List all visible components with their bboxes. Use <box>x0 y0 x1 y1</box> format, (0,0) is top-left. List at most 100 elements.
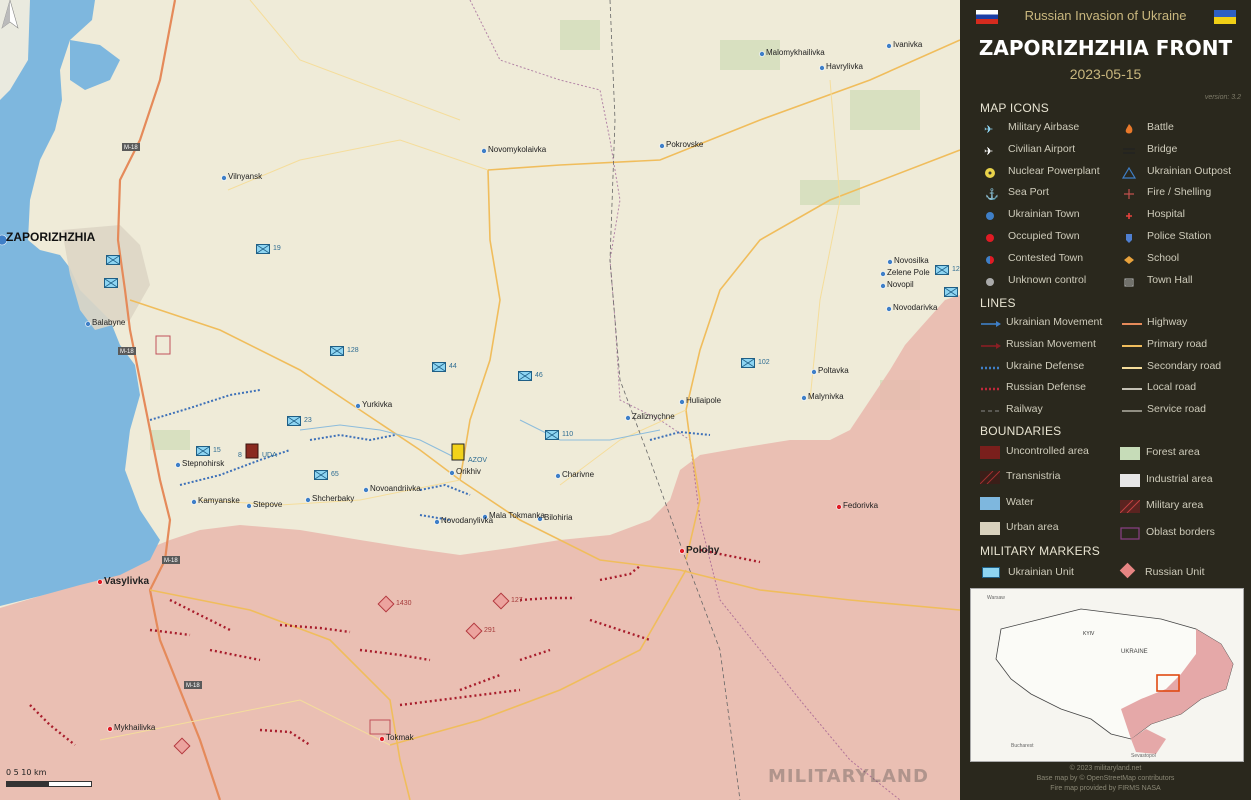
ukrainian-unit-number: 46 <box>535 372 543 379</box>
railway-line <box>980 404 1001 416</box>
legend-item: Transnistria <box>1006 470 1061 483</box>
ukrainian-town-dot <box>481 148 487 154</box>
inset-map[interactable]: Warsaw KYIV UKRAINE Bucharest Sevastopol <box>970 588 1244 762</box>
legend-item: Water <box>1006 495 1034 508</box>
legend-ukrainian-unit: Ukrainian Unit <box>1008 566 1074 578</box>
footer-basemap: Base map by © OpenStreetMap contributors <box>1036 775 1175 782</box>
legend-item: Russian Defense <box>1006 381 1086 394</box>
ukrainian-town-dot <box>679 399 685 405</box>
legend-item: Local road <box>1147 381 1197 394</box>
ukrainian-unit-number: 102 <box>758 359 770 366</box>
urban-swatch <box>980 521 1000 535</box>
legend-item: Ukrainian Movement <box>1006 316 1103 328</box>
ukrainian-town-dot <box>449 470 455 476</box>
town-label: Poltavka <box>818 366 849 375</box>
svg-text:✈: ✈ <box>984 146 993 157</box>
town-label: Charivne <box>562 470 595 479</box>
ukrainian-unit-marker[interactable] <box>935 265 949 275</box>
ukrainian-unit-marker[interactable] <box>545 430 559 440</box>
ukrainian-unit-swatch <box>982 567 1000 578</box>
map-area[interactable]: M-18 M-18 M-18 M-18 UDA AZOV 8 ZAPORIZHZ… <box>0 0 960 800</box>
ukrainian-town-dot <box>363 487 369 493</box>
ukrainian-unit-marker[interactable] <box>106 255 120 265</box>
transnistria-swatch <box>979 470 1001 485</box>
town-label: Bilohiria <box>544 513 573 522</box>
ukrainian-unit-marker[interactable] <box>256 244 270 254</box>
ukrainian-town-dot <box>659 143 665 149</box>
legend-item: Primary road <box>1147 337 1208 350</box>
anchor-icon: ⚓ <box>982 187 999 201</box>
legend-item: Ukrainian Town <box>1008 208 1080 221</box>
legend-item: Fire / Shelling <box>1147 186 1212 199</box>
ukrainian-unit-marker[interactable] <box>287 416 301 426</box>
ukrainian-unit-marker[interactable] <box>741 358 755 368</box>
ukrainian-movement-line <box>980 317 1001 329</box>
lines-heading: LINES <box>980 296 1016 310</box>
ukrainian-unit-marker[interactable] <box>944 287 958 297</box>
footer-fire: Fire map provided by FIRMS NASA <box>1050 785 1161 792</box>
panel-subtitle: Russian Invasion of Ukraine <box>1024 8 1187 23</box>
legend-item: Secondary road <box>1147 359 1222 372</box>
ukraine-defense-line <box>980 361 1001 373</box>
uncontrolled-swatch <box>980 446 1000 459</box>
occupied-town-dot <box>679 548 685 554</box>
legend-item: Battle <box>1147 121 1174 133</box>
police-icon <box>1121 231 1137 243</box>
airbase-icon: ✈ <box>982 122 998 136</box>
town-label: Havrylivka <box>826 62 863 71</box>
panel-title: ZAPORIZHZHIA FRONT <box>978 36 1233 60</box>
legend-item: Russian Movement <box>1006 337 1096 350</box>
bridge-icon <box>1121 144 1137 156</box>
nuclear-icon <box>982 166 998 178</box>
industrial-swatch <box>1120 473 1140 487</box>
russian-unit-number: 1430 <box>396 600 412 607</box>
legend-item: Oblast borders <box>1146 525 1215 538</box>
ukrainian-town-dot <box>887 259 893 265</box>
town-label: Orikhiv <box>456 467 481 476</box>
svg-text:✈: ✈ <box>984 124 993 135</box>
town-label: Balabyne <box>92 318 126 327</box>
footer-copyright: © 2023 militaryland.net <box>1069 765 1142 772</box>
militaryland-watermark: MILITARYLAND <box>768 766 929 787</box>
town-label: Zaliznychne <box>632 412 675 421</box>
ukrainian-unit-marker[interactable] <box>196 446 210 456</box>
town-label: Malynivka <box>808 392 844 401</box>
legend-item: Bridge <box>1147 142 1178 155</box>
ukrainian-unit-number: 128 <box>347 347 359 354</box>
occupied-town-icon <box>982 231 998 243</box>
inset-bucharest: Bucharest <box>1011 743 1034 749</box>
town-label: Novopil <box>887 280 914 289</box>
ukrainian-unit-marker[interactable] <box>518 371 532 381</box>
ukrainian-unit-marker[interactable] <box>432 362 446 372</box>
ukrainian-town-dot <box>246 503 252 509</box>
russian-unit-swatch <box>1119 562 1136 579</box>
ukrainian-unit-marker[interactable] <box>104 278 118 288</box>
occupied-town-dot <box>97 579 103 585</box>
ukrainian-unit-number: 110 <box>562 431 574 438</box>
town-label: Kamyanske <box>198 496 240 505</box>
legend-item: Unknown control <box>1008 273 1087 286</box>
legend-item: Ukraine Defense <box>1006 359 1085 372</box>
primary-road-line <box>1121 339 1142 351</box>
legend-item: Ukrainian Outpost <box>1147 164 1232 177</box>
town-label: Vilnyansk <box>228 172 263 181</box>
service-road-line <box>1121 404 1142 416</box>
ukrainian-town-dot <box>819 65 825 71</box>
inset-ukraine-label: UKRAINE <box>1121 649 1148 655</box>
fire-shelling-icon <box>1121 187 1137 200</box>
russian-movement-line <box>980 339 1001 351</box>
ukrainian-unit-marker[interactable] <box>314 470 328 480</box>
town-label: Malomykhailivka <box>766 48 825 57</box>
boundaries-heading: BOUNDARIES <box>980 424 1062 438</box>
ukrainian-unit-marker[interactable] <box>330 346 344 356</box>
town-label: Huliaipole <box>686 396 722 405</box>
ukrainian-unit-number: 15 <box>213 447 221 454</box>
battle-icon <box>1121 122 1137 134</box>
ukrainian-town-dot <box>801 395 807 401</box>
town-label: Novosilka <box>894 256 929 265</box>
svg-text:M-18: M-18 <box>164 558 178 564</box>
highway-line <box>1121 317 1142 329</box>
svg-text:M-18: M-18 <box>186 683 200 689</box>
occupied-town-dot <box>107 726 113 732</box>
town-label: ZAPORIZHZHIA <box>6 230 96 244</box>
